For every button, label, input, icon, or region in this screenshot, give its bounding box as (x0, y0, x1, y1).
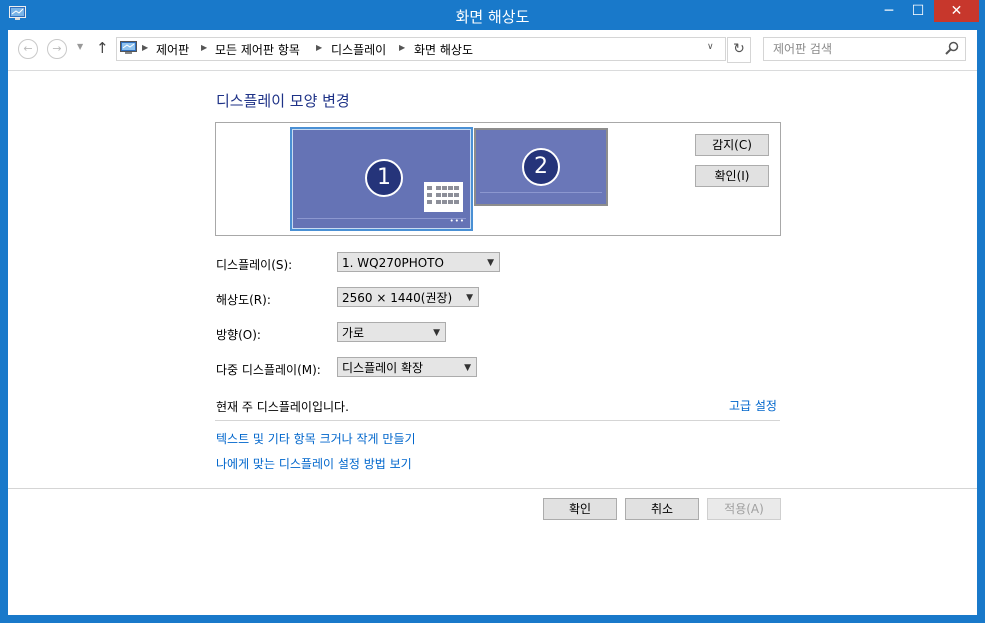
monitor-2[interactable]: 2 (474, 128, 608, 206)
control-panel-icon (120, 41, 137, 54)
resolution-select-value: 2560 × 1440(권장) (342, 291, 453, 305)
address-bar[interactable]: ▶ 제어판 ▶ 모든 제어판 항목 ▶ 디스플레이 ▶ 화면 해상도 ∨ (116, 37, 726, 61)
multiple-displays-select-value: 디스플레이 확장 (342, 361, 424, 375)
back-button[interactable]: ← (18, 39, 38, 59)
divider (215, 420, 780, 421)
display-help-link[interactable]: 나에게 맞는 디스플레이 설정 방법 보기 (216, 455, 412, 472)
minimize-button[interactable]: ─ (876, 0, 902, 22)
close-button[interactable]: ✕ (934, 0, 979, 22)
orientation-select[interactable]: 가로 ▼ (337, 322, 446, 342)
advanced-settings-link[interactable]: 고급 설정 (729, 397, 777, 414)
monitor-1[interactable]: 1 ••• (290, 127, 473, 231)
breadcrumb-separator: ▶ (399, 43, 406, 52)
cancel-button[interactable]: 취소 (625, 498, 699, 520)
multiple-displays-select[interactable]: 디스플레이 확장 ▼ (337, 357, 477, 377)
identify-button[interactable]: 확인(I) (695, 165, 769, 187)
breadcrumb-separator: ▶ (316, 43, 323, 52)
display-select-value: 1. WQ270PHOTO (342, 256, 444, 270)
ok-button[interactable]: 확인 (543, 498, 617, 520)
monitor-arrangement-panel: 1 ••• 2 감지(C) 확인(I) (215, 122, 781, 236)
monitor-number: 1 (365, 159, 403, 197)
breadcrumb-screen-resolution[interactable]: 화면 해상도 (414, 41, 473, 58)
address-dropdown-icon[interactable]: ∨ (707, 42, 714, 52)
navigation-bar: ← → ▼ ↑ ▶ 제어판 ▶ 모든 제어판 항목 ▶ 디스플레이 ▶ 화면 해… (8, 30, 977, 71)
multiple-displays-label: 다중 디스플레이(M): (216, 363, 321, 377)
resolution-select[interactable]: 2560 × 1440(권장) ▼ (337, 287, 479, 307)
window-title: 화면 해상도 (455, 8, 530, 26)
display-label: 디스플레이(S): (216, 258, 293, 272)
main-display-status: 현재 주 디스플레이입니다. (216, 400, 349, 414)
page-title: 디스플레이 모양 변경 (216, 92, 350, 110)
monitor-taskbar-line (297, 218, 466, 219)
search-icon[interactable] (945, 41, 959, 55)
text-size-link[interactable]: 텍스트 및 기타 항목 크거나 작게 만들기 (216, 430, 416, 447)
search-box (763, 37, 966, 61)
recent-locations-icon[interactable]: ▼ (77, 42, 83, 51)
detect-button[interactable]: 감지(C) (695, 134, 769, 156)
chevron-down-icon: ▼ (433, 328, 440, 338)
title-bar: 화면 해상도 ─ ☐ ✕ (0, 0, 985, 30)
breadcrumb-all-control-panel-items[interactable]: 모든 제어판 항목 (215, 41, 300, 58)
search-input[interactable] (764, 38, 943, 60)
footer-divider (8, 488, 977, 489)
breadcrumb-display[interactable]: 디스플레이 (331, 41, 386, 58)
chevron-down-icon: ▼ (464, 363, 471, 373)
breadcrumb-separator: ▶ (142, 43, 149, 52)
orientation-label: 방향(O): (216, 328, 261, 342)
maximize-button[interactable]: ☐ (905, 0, 931, 22)
chevron-down-icon: ▼ (466, 293, 473, 303)
orientation-select-value: 가로 (342, 326, 365, 340)
display-select[interactable]: 1. WQ270PHOTO ▼ (337, 252, 500, 272)
breadcrumb-control-panel[interactable]: 제어판 (156, 41, 189, 58)
chevron-down-icon: ▼ (487, 258, 494, 268)
refresh-button[interactable]: ↻ (727, 37, 751, 63)
resolution-label: 해상도(R): (216, 293, 271, 307)
start-tiles-icon (424, 182, 463, 212)
up-button[interactable]: ↑ (96, 39, 109, 57)
monitor-number: 2 (522, 148, 560, 186)
window-client-area: ← → ▼ ↑ ▶ 제어판 ▶ 모든 제어판 항목 ▶ 디스플레이 ▶ 화면 해… (8, 30, 977, 615)
apply-button[interactable]: 적용(A) (707, 498, 781, 520)
forward-button[interactable]: → (47, 39, 67, 59)
monitor-dots: ••• (449, 217, 465, 225)
breadcrumb-separator: ▶ (201, 43, 208, 52)
monitor-taskbar-line (480, 192, 602, 193)
